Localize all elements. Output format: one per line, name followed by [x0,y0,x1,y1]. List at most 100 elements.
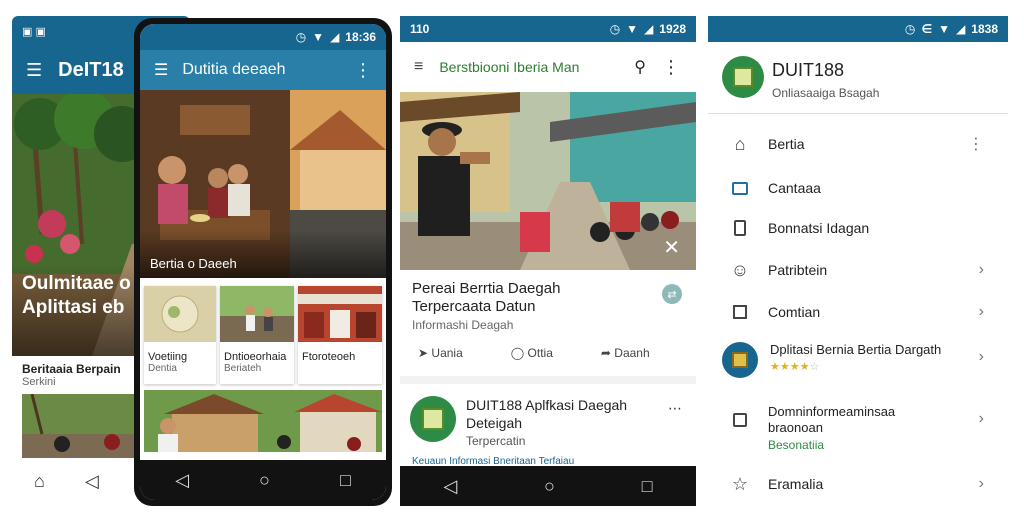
drawer-item-0[interactable]: ⌂ Bertia ⋮ [708,130,1008,158]
drawer-item-label: Bonnatsi Idagan [768,220,870,236]
shop-bag-icon [422,408,444,430]
wifi-icon: ▼ [938,22,951,36]
vibrate-icon: ∈ [921,22,933,36]
more-horiz-icon[interactable]: ⋯ [668,400,682,417]
app-card-title: DUIT188 Aplfkasi Daegah Deteigah [466,396,627,432]
drawer-item-label: Eramalia [768,476,824,492]
share-icon: ➦ [600,346,611,360]
article-subtitle: Informashi Deagah [412,318,514,332]
drawer-item-4[interactable]: Comtian › [708,298,1008,326]
image-village-houses[interactable] [144,390,382,452]
drawer-item-title-line2: braonoan [768,420,823,435]
app-title: DeIT18 [58,58,124,81]
action-like-label: Uania [431,346,463,360]
hero-title-line1: Oulmitaae o B [22,273,150,294]
signal-icon: ◢ [330,30,340,44]
like-icon: ➤ [418,346,429,360]
menu-icon[interactable]: ≡ [414,58,423,76]
chevron-right-icon: › [978,303,984,320]
status-icons: ◷ ∈ ▼ ◢ 1838 [905,22,998,36]
status-time: 1838 [971,22,998,36]
thumb-image-food [144,286,216,342]
back-nav-icon[interactable]: ◁ [443,477,457,495]
screen-phone-news: ◷ ▼ ◢ 18:36 ☰ Dutitia deeaeh ⋮ Bertia o … [134,18,392,506]
drawer-item-title: Domninformeaminsaa braonoan [768,404,895,436]
app-card-title-line2: Deteigah [466,415,523,431]
thumb-card-2[interactable]: Ftoroteoeh [298,286,382,384]
chevron-right-icon: › [978,410,984,427]
app-bar: ≡ Berstbiooni Iberia Man ⚲ ⋮ [400,42,696,92]
hero-image-street-man[interactable]: ✕ [400,92,696,270]
status-bar: ◷ ▼ ◢ 18:36 [140,24,386,50]
signal-icon: ◢ [644,22,654,36]
more-options-icon[interactable]: ⋮ [662,57,680,78]
promo-logo [722,342,758,378]
thumb-card-0[interactable]: Voetiing Dentia [144,286,216,384]
alarm-icon: ◷ [904,22,916,36]
app-logo [722,56,764,98]
app-title: Dutitia deeaeh [182,61,286,78]
back-nav-icon[interactable]: ◁ [85,472,99,490]
drawer-item-label: Cantaaa [768,180,821,196]
action-comment[interactable]: ◯ Ottia [511,346,553,360]
home-nav-icon[interactable]: ○ [544,477,555,495]
more-options-icon[interactable]: ⋮ [354,60,372,81]
thumb-title: Voetiing [148,351,188,363]
action-share[interactable]: ➦ Daanh [601,346,650,360]
external-link-icon [730,410,750,430]
screen-article: 110 ◷ ▼ ◢ 1928 ≡ Berstbiooni Iberia Man … [400,16,696,506]
screen-drawer: ◷ ∈ ▼ ◢ 1838 DUIT188 Onliasaaiga Bsagah … [708,16,1008,512]
hero-image-warung[interactable]: Bertia o Daeeh [140,90,386,278]
chevron-right-icon: › [978,475,984,492]
drawer-item-label: Bertia [768,136,805,152]
home-nav-icon[interactable]: ⌂ [34,472,45,490]
recents-nav-icon[interactable]: □ [642,477,653,495]
home-icon: ⌂ [734,133,746,154]
drawer-item-label: Patribtein [768,262,828,278]
drawer-item-sub: Besonatiia [768,438,825,452]
app-subtitle: Onliasaaiga Bsagah [772,86,880,100]
article-card[interactable]: Pereai Berrtia Daegah Terpercaata Datun … [400,270,696,376]
hamburger-menu-icon[interactable]: ☰ [26,60,42,81]
chevron-right-icon: › [978,348,984,365]
app-card-subtitle: Terpercatin [466,434,526,448]
drawer-item-6[interactable]: ☆ Eramalia › [708,470,1008,498]
shop-bag-icon [732,352,748,368]
tablet-icon [730,218,750,238]
action-like[interactable]: ➤ Uania [418,346,463,360]
thumb-card-1[interactable]: Dntioeorhaia Beriateh [220,286,294,384]
wifi-icon: ▼ [312,30,325,44]
status-left: 110 [410,22,430,36]
village-illustration [144,390,382,452]
app-name: DUIT188 [772,60,845,80]
app-card-title-line1: DUIT188 Aplfkasi Daegah [466,397,628,413]
drawer-promo-item[interactable]: Dplitasi Bernia Bertia Dargath ★★★★☆ › [708,336,1008,390]
street-man-illustration [400,92,696,270]
drawer-item-1[interactable]: Cantaaa [708,174,1008,202]
menu-icon[interactable]: ☰ [154,60,168,80]
comment-icon: ◯ [510,346,525,360]
app-bar: ☰ Dutitia deeaeh ⋮ [140,50,386,90]
phone-display: ◷ ▼ ◢ 18:36 ☰ Dutitia deeaeh ⋮ Bertia o … [140,24,386,500]
status-time: 1928 [659,22,686,36]
alarm-icon: ◷ [295,30,307,44]
more-options-icon[interactable]: ⋮ [968,134,984,154]
status-bar: ◷ ∈ ▼ ◢ 1838 [708,16,1008,42]
article-title-line1: Pereai Berrtia Daegah [412,280,561,297]
status-icons: ◷ ▼ ◢ 1928 [610,22,686,36]
article-title-line2: Terpercaata Datun [412,298,536,315]
home-nav-icon[interactable]: ○ [259,471,270,489]
recents-nav-icon[interactable]: □ [340,471,351,489]
chevron-right-icon: › [978,261,984,278]
share-badge-icon[interactable]: ⇄ [662,284,682,304]
back-nav-icon[interactable]: ◁ [175,471,189,489]
close-icon[interactable]: ✕ [663,235,680,260]
status-icons: ◷ ▼ ◢ 18:36 [296,30,376,44]
nav-bar: ◁ ○ □ [400,466,696,506]
drawer-item-2[interactable]: Bonnatsi Idagan [708,214,1008,242]
search-icon[interactable]: ⚲ [634,57,646,77]
drawer-item-3[interactable]: ☺ Patribtein › [708,256,1008,284]
app-promo-card[interactable]: DUIT188 Aplfkasi Daegah Deteigah Terperc… [400,384,696,467]
drawer-item-5[interactable]: Domninformeaminsaa braonoan Besonatiia › [708,402,1008,458]
status-time: 18:36 [345,30,376,44]
